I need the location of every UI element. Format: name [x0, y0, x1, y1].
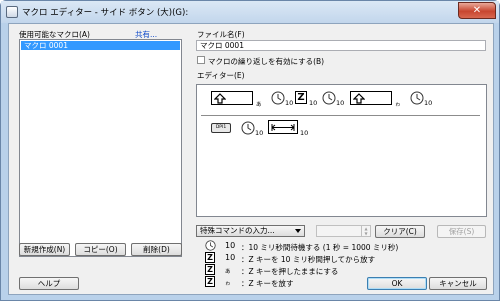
clock-icon	[410, 91, 424, 105]
repeat-checkbox[interactable]	[197, 56, 205, 64]
horizontal-scroll-icon	[271, 124, 295, 131]
clock-icon	[205, 240, 216, 251]
clock-icon	[322, 91, 336, 105]
editor-label: エディター(E)	[197, 71, 245, 80]
wait-value: 10	[255, 129, 264, 137]
filename-label: ファイル名(F)	[197, 30, 245, 39]
app-icon	[6, 6, 18, 18]
clock-icon	[271, 91, 285, 105]
shift-press-marker: あ	[256, 102, 262, 108]
scroll-step[interactable]	[268, 120, 298, 134]
legend-value: あ	[225, 269, 231, 275]
macro-list[interactable]: マクロ 0001	[19, 39, 182, 257]
repeat-label: マクロの繰り返しを有効にする(B)	[208, 57, 325, 66]
macro-editor-window: マクロ エディター - サイド ボタン (大)(G): ✕ 使用可能なマクロ(A…	[0, 0, 500, 301]
special-command-dropdown[interactable]: 特殊コマンドの入力...	[196, 225, 305, 237]
special-command-label: 特殊コマンドの入力...	[200, 226, 275, 235]
cancel-button[interactable]: キャンセル	[429, 277, 487, 290]
shift-release-marker: ゎ	[395, 102, 401, 108]
copy-macro-button[interactable]: コピー(O)	[75, 243, 126, 256]
dialog-body: 使用可能なマクロ(A) 共有... マクロ 0001 新規作成(N) コピー(O…	[8, 23, 494, 295]
z-key-icon: Z	[205, 264, 215, 275]
macro-editor-area[interactable]: あ 10 Z 10 10 ゎ 10 DPI1 10 10	[196, 84, 487, 217]
dpi-step[interactable]: DPI1	[211, 123, 231, 133]
clear-button[interactable]: クリア(C)	[375, 225, 425, 238]
legend-row-wait: 10 ：10 ミリ秒間待機する (1 秒 = 1000 ミリ秒)	[205, 240, 500, 252]
z-key-icon: Z	[205, 252, 215, 263]
legend-value: 10	[225, 241, 236, 250]
clock-icon	[241, 121, 255, 135]
wait-value: 10	[424, 99, 433, 107]
window-title: マクロ エディター - サイド ボタン (大)(G):	[22, 8, 189, 18]
legend-row-keypress: Z 10 ：Z キーを 10 ミリ秒間押してから放す	[205, 252, 500, 264]
scroll-value: 10	[300, 129, 309, 137]
title-bar[interactable]: マクロ エディター - サイド ボタン (大)(G): ✕	[1, 1, 499, 23]
shift-up-arrow-icon	[214, 93, 226, 104]
shift-keydown-step[interactable]	[211, 91, 253, 105]
z-key-icon: Z	[205, 276, 215, 287]
legend-row-keydown: Z あ ：Z キーを押したままにする	[205, 264, 500, 276]
legend-value: ゎ	[225, 281, 231, 287]
save-button[interactable]: 保存(S)	[437, 225, 486, 238]
macro-list-item[interactable]: マクロ 0001	[21, 41, 180, 50]
z-key-icon[interactable]: Z	[295, 91, 307, 104]
z-key-duration: 10	[309, 99, 318, 107]
row-divider	[201, 115, 480, 116]
legend-value: 10	[225, 253, 236, 262]
close-button[interactable]: ✕	[458, 2, 496, 19]
legend-text: ：Z キーを放す	[241, 279, 294, 288]
filename-field[interactable]: マクロ 0001	[196, 40, 486, 51]
shift-up-arrow-icon	[353, 93, 365, 104]
wait-value: 10	[336, 99, 345, 107]
new-macro-button[interactable]: 新規作成(N)	[19, 243, 70, 256]
ok-button[interactable]: OK	[367, 277, 427, 290]
wait-value: 10	[285, 99, 294, 107]
shift-keyup-step[interactable]	[350, 91, 392, 105]
chevron-down-icon	[295, 229, 301, 233]
help-button[interactable]: ヘルプ	[19, 277, 79, 290]
spinner-arrows-icon: ▲ ▼	[361, 226, 370, 236]
value-spinner: ▲ ▼	[316, 225, 371, 237]
delete-macro-button[interactable]: 削除(D)	[131, 243, 182, 256]
